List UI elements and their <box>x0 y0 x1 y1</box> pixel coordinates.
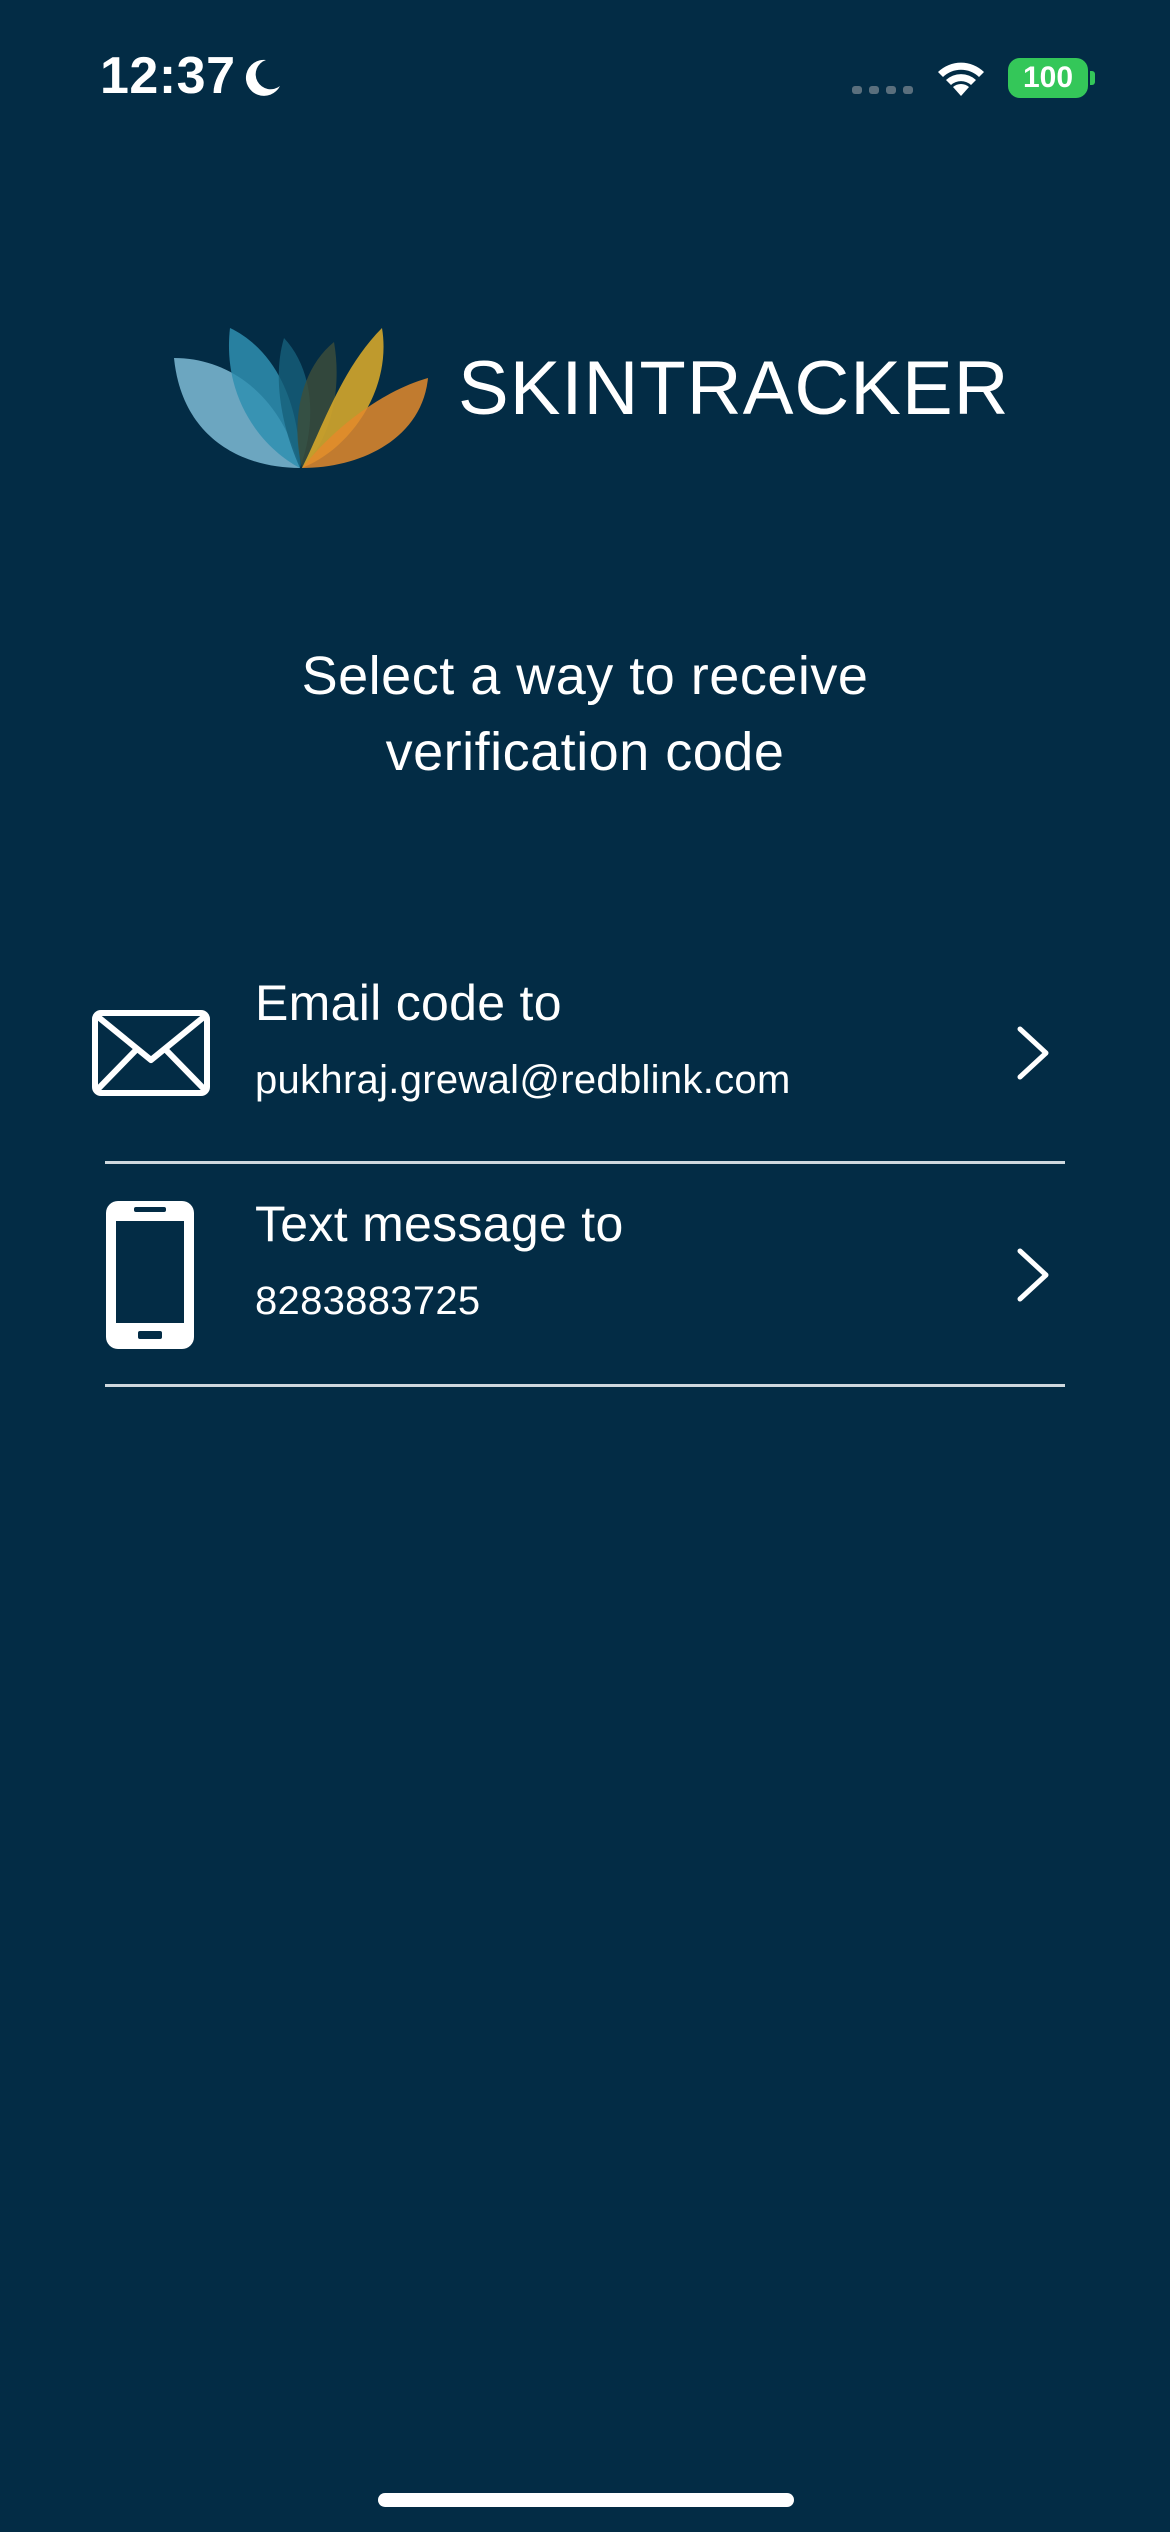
text-message-option[interactable]: Text message to 8283883725 <box>0 1163 1170 1385</box>
battery-icon: 100 <box>1008 58 1088 98</box>
email-option-title: Email code to <box>255 975 562 1031</box>
status-bar: 12:37 100 <box>0 0 1170 150</box>
moon-icon <box>245 59 280 96</box>
app-logo-text: SKINTRACKER <box>458 346 1010 431</box>
battery-cap <box>1090 71 1095 85</box>
page-title-line-2: verification code <box>385 722 785 782</box>
page-title-line-1: Select a way to receive <box>301 646 869 706</box>
chevron-right-icon <box>1017 1248 1049 1302</box>
page-title: Select a way to receive verification cod… <box>185 638 985 790</box>
skintracker-logo-icon <box>174 328 428 468</box>
signal-icon <box>852 86 913 94</box>
mobile-phone-icon <box>106 1201 194 1349</box>
email-code-option[interactable]: Email code to pukhraj.grewal@redblink.co… <box>0 940 1170 1162</box>
home-indicator[interactable] <box>378 2493 794 2507</box>
wifi-icon <box>938 62 984 96</box>
chevron-right-icon <box>1017 1026 1049 1080</box>
envelope-icon <box>92 1010 210 1096</box>
sms-option-title: Text message to <box>255 1196 624 1252</box>
divider <box>105 1384 1065 1387</box>
sms-option-phone-number: 8283883725 <box>255 1279 481 1323</box>
status-time: 12:37 <box>100 47 236 105</box>
email-option-address: pukhraj.grewal@redblink.com <box>255 1058 791 1102</box>
